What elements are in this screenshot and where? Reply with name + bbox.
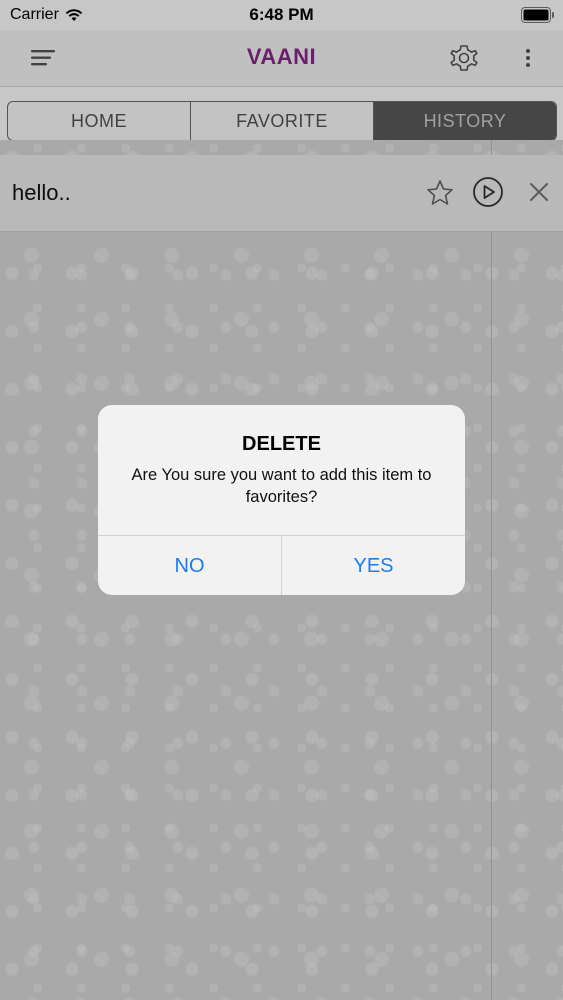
app-screen: Carrier 6:48 PM VAANI HOME FAVORITE HIST… [0,0,563,1000]
no-button[interactable]: NO [98,536,281,595]
yes-button[interactable]: YES [281,536,465,595]
delete-alert-dialog: DELETE Are You sure you want to add this… [98,405,465,595]
alert-button-row: NO YES [98,535,465,595]
alert-message: Are You sure you want to add this item t… [131,466,432,506]
alert-title: DELETE [242,433,321,455]
